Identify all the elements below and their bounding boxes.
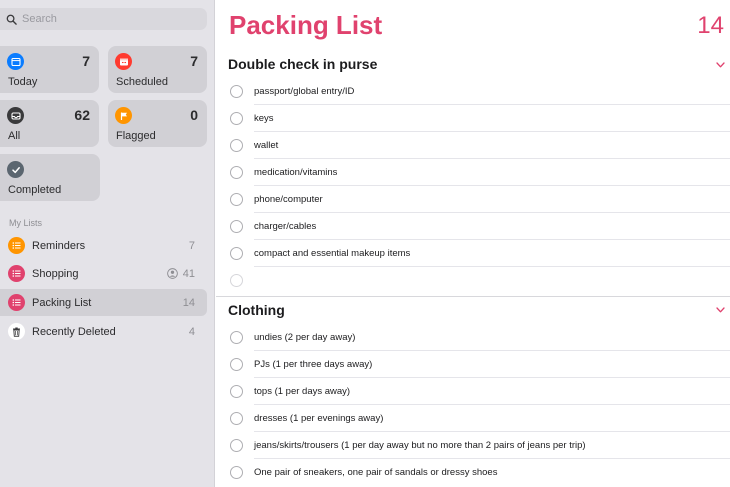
item-text[interactable]: phone/computer bbox=[254, 194, 323, 205]
calendar-clock-icon bbox=[115, 53, 132, 70]
list-name: Recently Deleted bbox=[32, 325, 116, 338]
checkbox-circle[interactable] bbox=[230, 193, 243, 206]
list-item[interactable]: jeans/skirts/trousers (1 per day away bu… bbox=[216, 432, 730, 459]
checkbox-circle[interactable] bbox=[230, 466, 243, 479]
smart-list-label: Today bbox=[8, 76, 38, 88]
list-item[interactable]: wallet bbox=[216, 132, 730, 159]
item-text[interactable]: jeans/skirts/trousers (1 per day away bu… bbox=[254, 440, 586, 451]
list-icon bbox=[8, 237, 25, 254]
smart-list-today[interactable]: 7 Today bbox=[0, 46, 99, 93]
chevron-down-icon[interactable] bbox=[716, 62, 725, 68]
tray-icon bbox=[7, 107, 24, 124]
item-text[interactable]: undies (2 per day away) bbox=[254, 332, 355, 343]
trash-icon bbox=[8, 323, 25, 340]
list-item[interactable]: undies (2 per day away) bbox=[216, 324, 730, 351]
item-text[interactable]: keys bbox=[254, 113, 274, 124]
item-text[interactable]: charger/cables bbox=[254, 221, 316, 232]
checkbox-circle[interactable] bbox=[230, 139, 243, 152]
main-content: Packing List 14 Double check in purse pa… bbox=[216, 0, 730, 487]
checkbox-circle[interactable] bbox=[230, 247, 243, 260]
item-text[interactable]: dresses (1 per evenings away) bbox=[254, 413, 383, 424]
list-name: Packing List bbox=[32, 296, 92, 309]
smart-list-label: All bbox=[8, 130, 21, 142]
search-input[interactable] bbox=[22, 13, 192, 25]
smart-list-label: Scheduled bbox=[116, 76, 168, 88]
smart-list-count: 7 bbox=[82, 53, 90, 69]
checkbox-circle[interactable] bbox=[230, 439, 243, 452]
sidebar-item-recently-deleted[interactable]: Recently Deleted 4 bbox=[0, 318, 207, 345]
list-name: Reminders bbox=[32, 239, 86, 252]
item-text[interactable]: wallet bbox=[254, 140, 278, 151]
item-text[interactable]: One pair of sneakers, one pair of sandal… bbox=[254, 467, 497, 478]
section-header[interactable]: Clothing bbox=[228, 302, 285, 318]
item-text[interactable]: PJs (1 per three days away) bbox=[254, 359, 372, 370]
item-text[interactable]: tops (1 per days away) bbox=[254, 386, 350, 397]
smart-list-count: 0 bbox=[190, 107, 198, 123]
sidebar-item-packing-list[interactable]: Packing List 14 bbox=[0, 289, 207, 316]
list-item[interactable]: passport/global entry/ID bbox=[216, 78, 730, 105]
my-lists-heading: My Lists bbox=[9, 218, 43, 228]
page-title: Packing List bbox=[229, 10, 383, 40]
list-icon bbox=[8, 294, 25, 311]
checkmark-icon bbox=[7, 161, 24, 178]
search-icon bbox=[6, 14, 17, 25]
smart-list-label: Completed bbox=[8, 184, 62, 196]
smart-list-label: Flagged bbox=[116, 130, 156, 142]
checkbox-circle[interactable] bbox=[230, 220, 243, 233]
list-item[interactable]: dresses (1 per evenings away) bbox=[216, 405, 730, 432]
sidebar: 7 Today 7 Scheduled 62 All 0 Flagged Com… bbox=[0, 0, 215, 487]
list-item[interactable]: One pair of sneakers, one pair of sandal… bbox=[216, 459, 730, 486]
checkbox-circle[interactable] bbox=[230, 412, 243, 425]
checkbox-circle[interactable] bbox=[230, 85, 243, 98]
list-item[interactable]: PJs (1 per three days away) bbox=[216, 351, 730, 378]
shared-person-icon bbox=[166, 268, 178, 279]
checkbox-circle[interactable] bbox=[230, 358, 243, 371]
list-count: 14 bbox=[182, 296, 195, 309]
list-item[interactable]: medication/vitamins bbox=[216, 159, 730, 186]
item-text[interactable]: compact and essential makeup items bbox=[254, 248, 410, 259]
checkbox-circle[interactable] bbox=[230, 331, 243, 344]
smart-list-count: 62 bbox=[74, 107, 90, 123]
list-icon bbox=[8, 265, 25, 282]
checkbox-circle[interactable] bbox=[230, 112, 243, 125]
checkbox-circle[interactable] bbox=[230, 166, 243, 179]
chevron-down-icon[interactable] bbox=[716, 307, 725, 313]
section-divider bbox=[216, 296, 730, 297]
sidebar-item-reminders[interactable]: Reminders 7 bbox=[0, 232, 207, 259]
list-count: 7 bbox=[188, 239, 195, 252]
item-text[interactable]: passport/global entry/ID bbox=[254, 86, 354, 97]
smart-list-completed[interactable]: Completed bbox=[0, 154, 100, 201]
flag-icon bbox=[115, 107, 132, 124]
list-item[interactable]: tops (1 per days away) bbox=[216, 378, 730, 405]
list-item[interactable]: phone/computer bbox=[216, 186, 730, 213]
smart-list-flagged[interactable]: 0 Flagged bbox=[108, 100, 207, 147]
list-name: Shopping bbox=[32, 267, 79, 280]
smart-list-all[interactable]: 62 All bbox=[0, 100, 99, 147]
section-header[interactable]: Double check in purse bbox=[228, 56, 377, 72]
smart-list-scheduled[interactable]: 7 Scheduled bbox=[108, 46, 207, 93]
sidebar-item-shopping[interactable]: Shopping 41 bbox=[0, 260, 207, 287]
search-bar[interactable] bbox=[0, 8, 207, 30]
new-item-row[interactable] bbox=[216, 267, 730, 294]
smart-list-count: 7 bbox=[190, 53, 198, 69]
list-count: 41 bbox=[182, 267, 195, 280]
page-count: 14 bbox=[697, 12, 724, 39]
item-text[interactable]: medication/vitamins bbox=[254, 167, 337, 178]
calendar-icon bbox=[7, 53, 24, 70]
list-item[interactable]: compact and essential makeup items bbox=[216, 240, 730, 267]
checkbox-circle[interactable] bbox=[230, 385, 243, 398]
new-item-circle[interactable] bbox=[230, 274, 243, 287]
list-item[interactable]: charger/cables bbox=[216, 213, 730, 240]
list-count: 4 bbox=[188, 325, 195, 338]
list-item[interactable]: keys bbox=[216, 105, 730, 132]
